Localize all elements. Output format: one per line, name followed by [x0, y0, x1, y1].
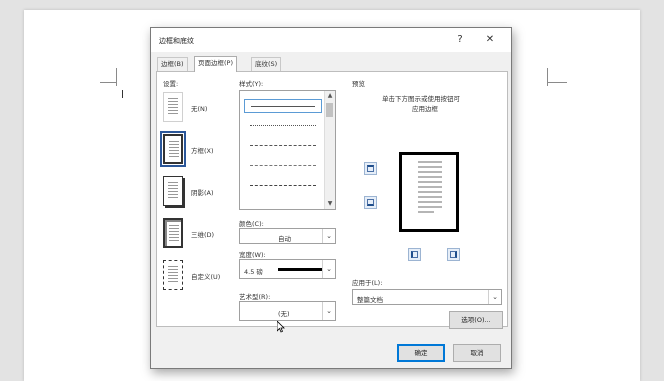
preview-area: 预览 单击下方图示或使用按钮可 应用边框	[352, 80, 498, 270]
color-label: 颜色(C):	[239, 220, 264, 228]
style-list-scrollbar[interactable]: ▲ ▼	[324, 91, 335, 209]
style-option-dotted[interactable]	[244, 119, 322, 133]
chevron-down-icon: ⌄	[322, 229, 335, 243]
setting-custom[interactable]: 自定义(U)	[163, 260, 233, 296]
style-option-dashed-small[interactable]	[244, 139, 322, 153]
width-label: 宽度(W):	[239, 251, 266, 259]
style-heading: 样式(Y):	[239, 80, 264, 88]
bottom-border-icon	[367, 199, 374, 206]
text-cursor	[122, 90, 123, 98]
style-option-solid[interactable]	[244, 99, 322, 113]
setting-box[interactable]: 方框(X)	[160, 131, 233, 170]
settings-heading: 设置:	[163, 80, 179, 88]
width-value: 4.5 磅	[244, 268, 263, 276]
setting-shadow-icon	[163, 176, 183, 206]
right-border-button[interactable]	[447, 248, 460, 261]
tab-page-border[interactable]: 页面边框(P)	[194, 56, 237, 72]
art-label: 艺术型(R):	[239, 293, 271, 301]
style-list[interactable]: ▲ ▼	[239, 90, 336, 210]
tab-shading[interactable]: 底纹(S)	[251, 57, 282, 71]
chevron-down-icon: ⌄	[488, 290, 501, 304]
setting-shadow-label: 阴影(A)	[191, 189, 214, 197]
setting-none-icon	[163, 92, 183, 122]
crop-mark	[547, 82, 567, 83]
mouse-pointer-icon	[277, 321, 285, 333]
setting-shadow[interactable]: 阴影(A)	[163, 176, 233, 212]
setting-none[interactable]: 无(N)	[163, 92, 233, 128]
color-select[interactable]: 自动 ⌄	[239, 228, 336, 244]
setting-none-label: 无(N)	[191, 105, 208, 113]
setting-custom-label: 自定义(U)	[191, 273, 221, 281]
dialog-titlebar: 边框和底纹 ? ✕	[151, 28, 511, 52]
page-border-panel: 设置: 无(N) 方框(X) 阴影(A) 三维(D) 自定义(U) 样式(Y):…	[156, 71, 508, 329]
top-border-button[interactable]	[364, 162, 377, 175]
width-select[interactable]: 4.5 磅 ⌄	[239, 259, 336, 279]
top-border-icon	[367, 165, 374, 172]
cancel-button[interactable]: 取消	[453, 344, 501, 362]
style-option-dashed[interactable]	[244, 159, 322, 173]
left-border-icon	[411, 251, 418, 258]
setting-box-label: 方框(X)	[191, 147, 214, 155]
page-preview[interactable]	[399, 152, 459, 232]
scroll-up-icon[interactable]: ▲	[325, 91, 335, 101]
borders-and-shading-dialog: 边框和底纹 ? ✕ 边框(B) 页面边框(P) 底纹(S) 设置: 无(N) 方…	[150, 27, 512, 369]
crop-mark	[547, 68, 548, 86]
tab-borders[interactable]: 边框(B)	[157, 57, 188, 71]
setting-3d-icon	[163, 218, 183, 248]
apply-to-select[interactable]: 整篇文档 ⌄	[352, 289, 502, 305]
crop-mark	[116, 68, 117, 86]
chevron-down-icon: ⌄	[322, 302, 335, 320]
setting-custom-icon	[163, 260, 183, 290]
preview-hint-line2: 应用边框	[412, 105, 438, 113]
close-button[interactable]: ✕	[481, 32, 499, 48]
setting-3d-label: 三维(D)	[191, 231, 215, 239]
style-option-dash-dot[interactable]	[244, 179, 322, 193]
options-button[interactable]: 选项(O)...	[449, 311, 503, 329]
scroll-thumb[interactable]	[326, 103, 333, 117]
color-value: 自动	[278, 235, 291, 243]
chevron-down-icon: ⌄	[322, 260, 335, 278]
right-border-icon	[450, 251, 457, 258]
crop-mark	[100, 82, 117, 83]
art-value: (无)	[278, 310, 290, 318]
left-border-button[interactable]	[408, 248, 421, 261]
ok-button[interactable]: 确定	[397, 344, 445, 362]
preview-heading: 预览	[352, 80, 365, 88]
help-button[interactable]: ?	[451, 32, 469, 48]
bottom-border-button[interactable]	[364, 196, 377, 209]
setting-box-icon	[160, 131, 186, 167]
setting-3d[interactable]: 三维(D)	[163, 218, 233, 254]
width-line-sample	[278, 268, 322, 271]
dialog-title: 边框和底纹	[159, 37, 194, 45]
apply-to-value: 整篇文档	[357, 296, 383, 304]
preview-hint-line1: 单击下方图示或使用按钮可	[382, 95, 460, 103]
apply-to-label: 应用于(L):	[352, 279, 383, 287]
scroll-down-icon[interactable]: ▼	[325, 199, 335, 209]
art-select[interactable]: (无) ⌄	[239, 301, 336, 321]
